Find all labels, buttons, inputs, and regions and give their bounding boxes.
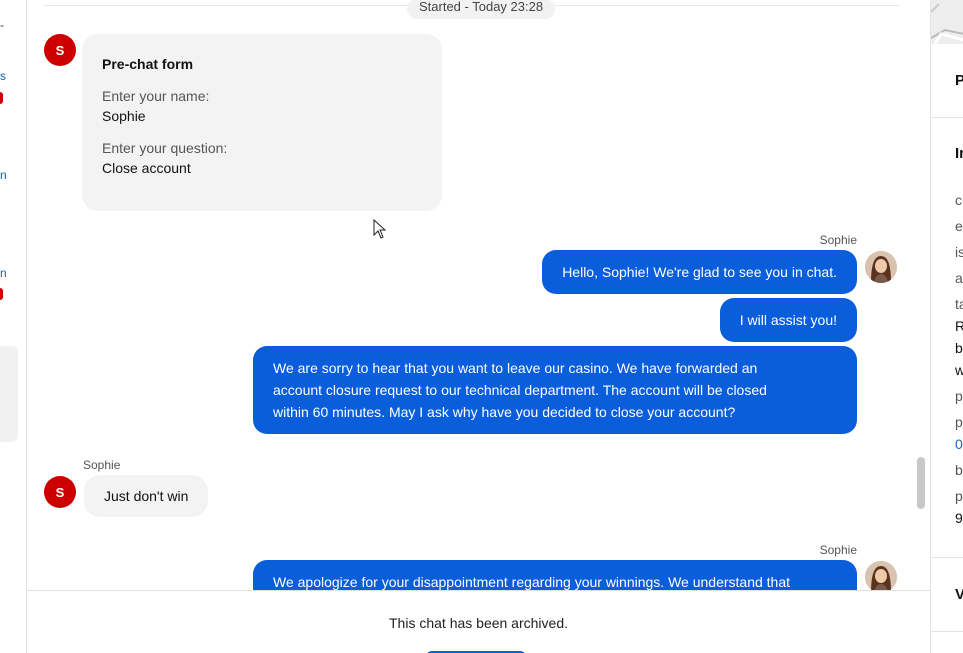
info-line: p xyxy=(955,414,963,430)
agent-message-bubble: Hello, Sophie! We're glad to see you in … xyxy=(542,250,857,294)
agent-message-bubble: We apologize for your disappointment reg… xyxy=(253,560,857,590)
prechat-form-card: Pre-chat form Enter your name: Sophie En… xyxy=(82,34,442,211)
panel-section-fragment: In xyxy=(955,145,963,162)
archived-notice: This chat has been archived. xyxy=(389,615,568,631)
left-link-fragment[interactable]: s xyxy=(0,69,6,83)
customer-avatar: S xyxy=(44,34,76,66)
agent-avatar xyxy=(865,251,897,283)
message-text: We apologize for your disappointment reg… xyxy=(273,574,791,590)
info-line: b xyxy=(955,462,963,478)
customer-avatar: S xyxy=(44,476,76,508)
chat-app: - s n n Started - Today 23:28 S Pre-chat… xyxy=(0,0,963,653)
left-link-fragment[interactable]: n xyxy=(0,168,7,182)
cursor-arrow-icon xyxy=(373,219,387,239)
message-text: Just don't win xyxy=(104,488,189,504)
unread-dot xyxy=(0,92,3,104)
panel-divider xyxy=(931,631,963,632)
info-link[interactable]: 0 xyxy=(955,436,963,452)
agent-avatar-icon xyxy=(865,251,897,283)
info-line: ap xyxy=(955,270,963,286)
info-line: 9 xyxy=(955,510,963,526)
message-text: within 60 minutes. May I ask why have yo… xyxy=(273,404,736,420)
chat-footer: This chat has been archived. xyxy=(27,590,930,653)
info-line: p xyxy=(955,488,963,504)
started-label: Started - Today 23:28 xyxy=(407,0,556,19)
info-line: is xyxy=(955,244,963,260)
customer-message-bubble: Just don't win xyxy=(84,475,209,517)
left-dash: - xyxy=(0,18,4,32)
message-text: account closure request to our technical… xyxy=(273,382,767,398)
customer-info-panel: P In cu e is ap ta R b w p p 0 b p 9 V xyxy=(930,0,963,653)
left-link-fragment[interactable]: n xyxy=(0,266,7,280)
message-text: We are sorry to hear that you want to le… xyxy=(273,360,758,376)
prechat-field-value: Close account xyxy=(102,160,191,176)
prechat-field-label: Enter your question: xyxy=(102,140,228,156)
message-sender: Sophie xyxy=(819,543,857,557)
prechat-title: Pre-chat form xyxy=(102,56,194,72)
left-selected-panel[interactable] xyxy=(0,346,18,442)
info-line: e xyxy=(955,218,963,234)
message-sender: Sophie xyxy=(83,458,121,472)
agent-message-bubble: We are sorry to hear that you want to le… xyxy=(253,346,857,434)
agent-avatar-icon xyxy=(865,561,897,590)
unread-dot xyxy=(0,288,3,300)
agent-message-bubble: I will assist you! xyxy=(719,298,857,342)
chat-transcript: Started - Today 23:28 S Pre-chat form En… xyxy=(27,0,930,590)
prechat-field-value: Sophie xyxy=(102,108,146,124)
started-divider: Started - Today 23:28 xyxy=(44,0,899,19)
panel-divider xyxy=(931,117,963,118)
location-map xyxy=(931,0,963,45)
info-line: w xyxy=(955,362,963,378)
info-line: ta xyxy=(955,296,963,312)
map-thumbnail-icon xyxy=(931,0,963,45)
left-sidebar-sliver: - s n n xyxy=(0,0,27,653)
info-line: p xyxy=(955,388,963,404)
message-text: Hello, Sophie! We're glad to see you in … xyxy=(562,264,837,280)
info-line: cu xyxy=(955,192,963,208)
info-line: b xyxy=(955,340,963,356)
panel-section-fragment: V xyxy=(955,586,963,603)
message-text: I will assist you! xyxy=(739,312,837,328)
agent-avatar xyxy=(865,561,897,590)
panel-divider xyxy=(931,557,963,558)
prechat-field-label: Enter your name: xyxy=(102,88,210,104)
message-sender: Sophie xyxy=(819,233,857,247)
panel-header-fragment: P xyxy=(955,72,963,89)
info-line: R xyxy=(955,318,963,334)
chat-scrollbar[interactable] xyxy=(917,457,925,509)
